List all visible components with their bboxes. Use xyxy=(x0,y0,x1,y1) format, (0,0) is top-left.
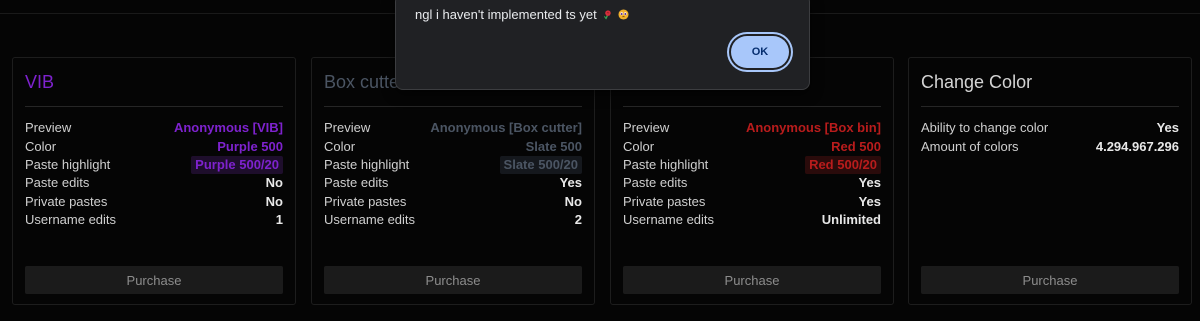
preview-value: Anonymous [VIB] xyxy=(173,120,283,136)
preview-value: Anonymous [Box bin] xyxy=(745,120,881,136)
private-pastes-value: No xyxy=(265,193,283,209)
label: Paste highlight xyxy=(324,156,410,172)
label: Preview xyxy=(324,120,371,136)
alert-message: ngl i haven't implemented ts yet xyxy=(415,7,629,22)
row-username-edits: Username edits 1 xyxy=(25,211,283,229)
label: Preview xyxy=(623,120,670,136)
row-private-pastes: Private pastes No xyxy=(324,193,582,211)
label: Ability to change color xyxy=(921,120,1049,136)
divider xyxy=(25,106,283,107)
label: Private pastes xyxy=(623,193,706,209)
color-value: Purple 500 xyxy=(217,138,283,154)
row-paste-edits: Paste edits Yes xyxy=(623,174,881,192)
label: Amount of colors xyxy=(921,138,1019,154)
ability-value: Yes xyxy=(1156,120,1179,136)
purchase-button[interactable]: Purchase xyxy=(25,266,283,294)
paste-highlight-value: Purple 500/20 xyxy=(191,155,283,174)
row-paste-highlight: Paste highlight Purple 500/20 xyxy=(25,155,283,174)
amount-value: 4.294.967.296 xyxy=(1095,138,1179,154)
row-color: Color Slate 500 xyxy=(324,137,582,155)
row-preview: Preview Anonymous [VIB] xyxy=(25,119,283,137)
private-pastes-value: Yes xyxy=(858,193,881,209)
row-paste-highlight: Paste highlight Red 500/20 xyxy=(623,155,881,174)
paste-edits-value: Yes xyxy=(858,175,881,191)
divider xyxy=(921,106,1179,107)
label: Color xyxy=(324,138,356,154)
label: Paste highlight xyxy=(623,156,709,172)
private-pastes-value: No xyxy=(564,193,582,209)
color-value: Slate 500 xyxy=(525,138,582,154)
label: Preview xyxy=(25,120,72,136)
label: Private pastes xyxy=(324,193,407,209)
purchase-button[interactable]: Purchase xyxy=(921,266,1179,294)
card-change-color: Change Color Ability to change color Yes… xyxy=(908,57,1192,305)
perk-list: Preview Anonymous [Box bin] Color Red 50… xyxy=(623,119,881,229)
pleading-face-emoji-icon xyxy=(618,9,629,20)
rose-emoji-icon xyxy=(603,10,611,20)
purchase-button[interactable]: Purchase xyxy=(623,266,881,294)
perk-list: Preview Anonymous [Box cutter] Color Sla… xyxy=(324,119,582,229)
row-preview: Preview Anonymous [Box cutter] xyxy=(324,119,582,137)
perk-list: Ability to change color Yes Amount of co… xyxy=(921,119,1179,156)
card-title: VIB xyxy=(25,72,55,92)
row-private-pastes: Private pastes Yes xyxy=(623,193,881,211)
label: Username edits xyxy=(623,212,715,228)
row-private-pastes: Private pastes No xyxy=(25,193,283,211)
divider xyxy=(623,106,881,107)
ok-button[interactable]: OK xyxy=(731,36,789,68)
card-box-cutter: Box cutter Preview Anonymous [Box cutter… xyxy=(311,57,595,305)
row-ability: Ability to change color Yes xyxy=(921,119,1179,137)
row-paste-highlight: Paste highlight Slate 500/20 xyxy=(324,155,582,174)
username-edits-value: 1 xyxy=(275,212,283,228)
row-amount: Amount of colors 4.294.967.296 xyxy=(921,137,1179,155)
row-username-edits: Username edits Unlimited xyxy=(623,211,881,229)
card-box-bin: Box bin Preview Anonymous [Box bin] Colo… xyxy=(610,57,894,305)
row-color: Color Purple 500 xyxy=(25,137,283,155)
row-paste-edits: Paste edits No xyxy=(25,174,283,192)
label: Username edits xyxy=(324,212,416,228)
username-edits-value: 2 xyxy=(574,212,582,228)
username-edits-value: Unlimited xyxy=(821,212,881,228)
paste-highlight-value: Red 500/20 xyxy=(805,155,881,174)
label: Paste edits xyxy=(623,175,688,191)
perk-list: Preview Anonymous [VIB] Color Purple 500… xyxy=(25,119,283,229)
color-value: Red 500 xyxy=(831,138,881,154)
label: Color xyxy=(25,138,57,154)
paste-edits-value: No xyxy=(265,175,283,191)
row-color: Color Red 500 xyxy=(623,137,881,155)
label: Paste edits xyxy=(324,175,389,191)
label: Paste edits xyxy=(25,175,90,191)
card-title: Change Color xyxy=(921,72,1033,92)
label: Paste highlight xyxy=(25,156,111,172)
divider xyxy=(324,106,582,107)
label: Color xyxy=(623,138,655,154)
row-paste-edits: Paste edits Yes xyxy=(324,174,582,192)
card-vib: VIB Preview Anonymous [VIB] Color Purple… xyxy=(12,57,296,305)
label: Private pastes xyxy=(25,193,108,209)
preview-value: Anonymous [Box cutter] xyxy=(430,120,582,136)
purchase-button[interactable]: Purchase xyxy=(324,266,582,294)
paste-highlight-value: Slate 500/20 xyxy=(499,155,582,174)
row-preview: Preview Anonymous [Box bin] xyxy=(623,119,881,137)
paste-edits-value: Yes xyxy=(559,175,582,191)
alert-dialog: ngl i haven't implemented ts yet OK xyxy=(395,0,810,90)
label: Username edits xyxy=(25,212,117,228)
row-username-edits: Username edits 2 xyxy=(324,211,582,229)
alert-text: ngl i haven't implemented ts yet xyxy=(415,7,597,22)
